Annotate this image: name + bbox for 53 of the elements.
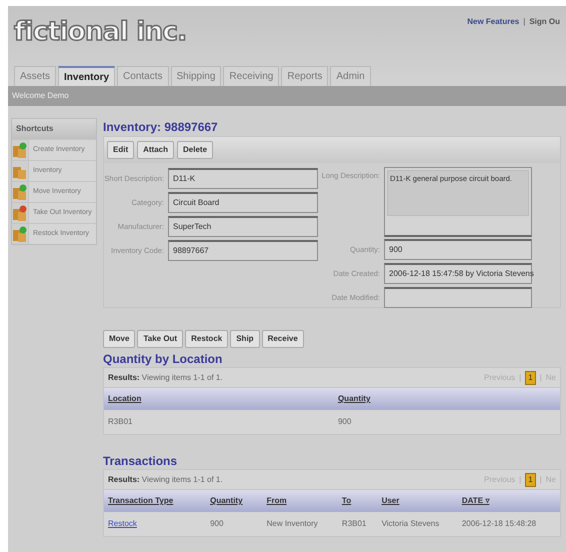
- action-button[interactable]: Restock: [185, 330, 228, 348]
- action-button[interactable]: Ship: [230, 330, 260, 348]
- welcome-text: Welcome Demo: [12, 90, 69, 102]
- action-button[interactable]: Take Out: [137, 330, 184, 348]
- action-button[interactable]: Move: [103, 330, 136, 348]
- action-button[interactable]: Edit: [107, 141, 134, 159]
- table-cell-text: 2006-12-18 15:48:28: [462, 518, 538, 530]
- sidebar-header: Shortcuts: [12, 119, 96, 139]
- separator: |: [540, 372, 542, 384]
- text-field[interactable]: [384, 287, 532, 308]
- text-field[interactable]: Circuit Board: [168, 192, 318, 213]
- separator: |: [519, 474, 522, 486]
- column-header[interactable]: Quantity: [338, 393, 556, 405]
- table-cell-text: R3B01: [108, 416, 134, 428]
- box-icon: [13, 226, 27, 242]
- action-button[interactable]: Receive: [262, 330, 304, 348]
- text-field[interactable]: 98897667: [168, 240, 318, 261]
- page-title: Inventory: 98897667: [103, 119, 219, 136]
- sign-out-link[interactable]: Sign Ou: [529, 16, 560, 28]
- results-text: Results: Viewing items 1-1 of 1.: [108, 372, 223, 384]
- table-cell-text: R3B01: [342, 518, 368, 530]
- action-button[interactable]: Delete: [177, 141, 214, 159]
- text-field[interactable]: SuperTech: [168, 216, 318, 237]
- column-header[interactable]: User: [382, 495, 462, 507]
- table-cell-text: 900: [338, 416, 352, 428]
- column-header[interactable]: To: [342, 495, 382, 507]
- table-cell-text: New Inventory: [266, 518, 319, 530]
- new-features-link[interactable]: New Features: [467, 16, 520, 28]
- separator: |: [523, 16, 526, 28]
- column-header[interactable]: DATE ▿: [462, 495, 556, 507]
- column-header[interactable]: Location: [108, 393, 338, 405]
- section-title: Quantity by Location: [103, 351, 224, 367]
- page-link[interactable]: 1: [525, 370, 536, 384]
- column-header[interactable]: From: [266, 495, 342, 507]
- transaction-link[interactable]: Restock: [108, 518, 210, 530]
- page-link[interactable]: 1: [525, 472, 536, 486]
- nav-tab[interactable]: Inventory: [58, 66, 116, 86]
- logo: fictional inc.: [14, 16, 186, 49]
- section-title: Transactions: [103, 453, 178, 469]
- box-icon: [13, 184, 27, 200]
- separator: |: [519, 372, 522, 384]
- column-header[interactable]: Transaction Type: [108, 495, 210, 507]
- text-field[interactable]: D11-K: [168, 168, 318, 189]
- separator: |: [540, 474, 542, 486]
- box-icon: [13, 142, 27, 158]
- results-text: Results: Viewing items 1-1 of 1.: [108, 474, 223, 486]
- table-cell-text: 900: [210, 518, 224, 530]
- column-header[interactable]: Quantity: [210, 495, 267, 507]
- box-icon: [13, 205, 27, 221]
- table-cell-text: Victoria Stevens: [382, 518, 440, 530]
- text-field[interactable]: 900: [384, 239, 532, 260]
- text-field[interactable]: 2006-12-18 15:47:58 by Victoria Stevens: [384, 263, 532, 284]
- action-button[interactable]: Attach: [137, 141, 174, 159]
